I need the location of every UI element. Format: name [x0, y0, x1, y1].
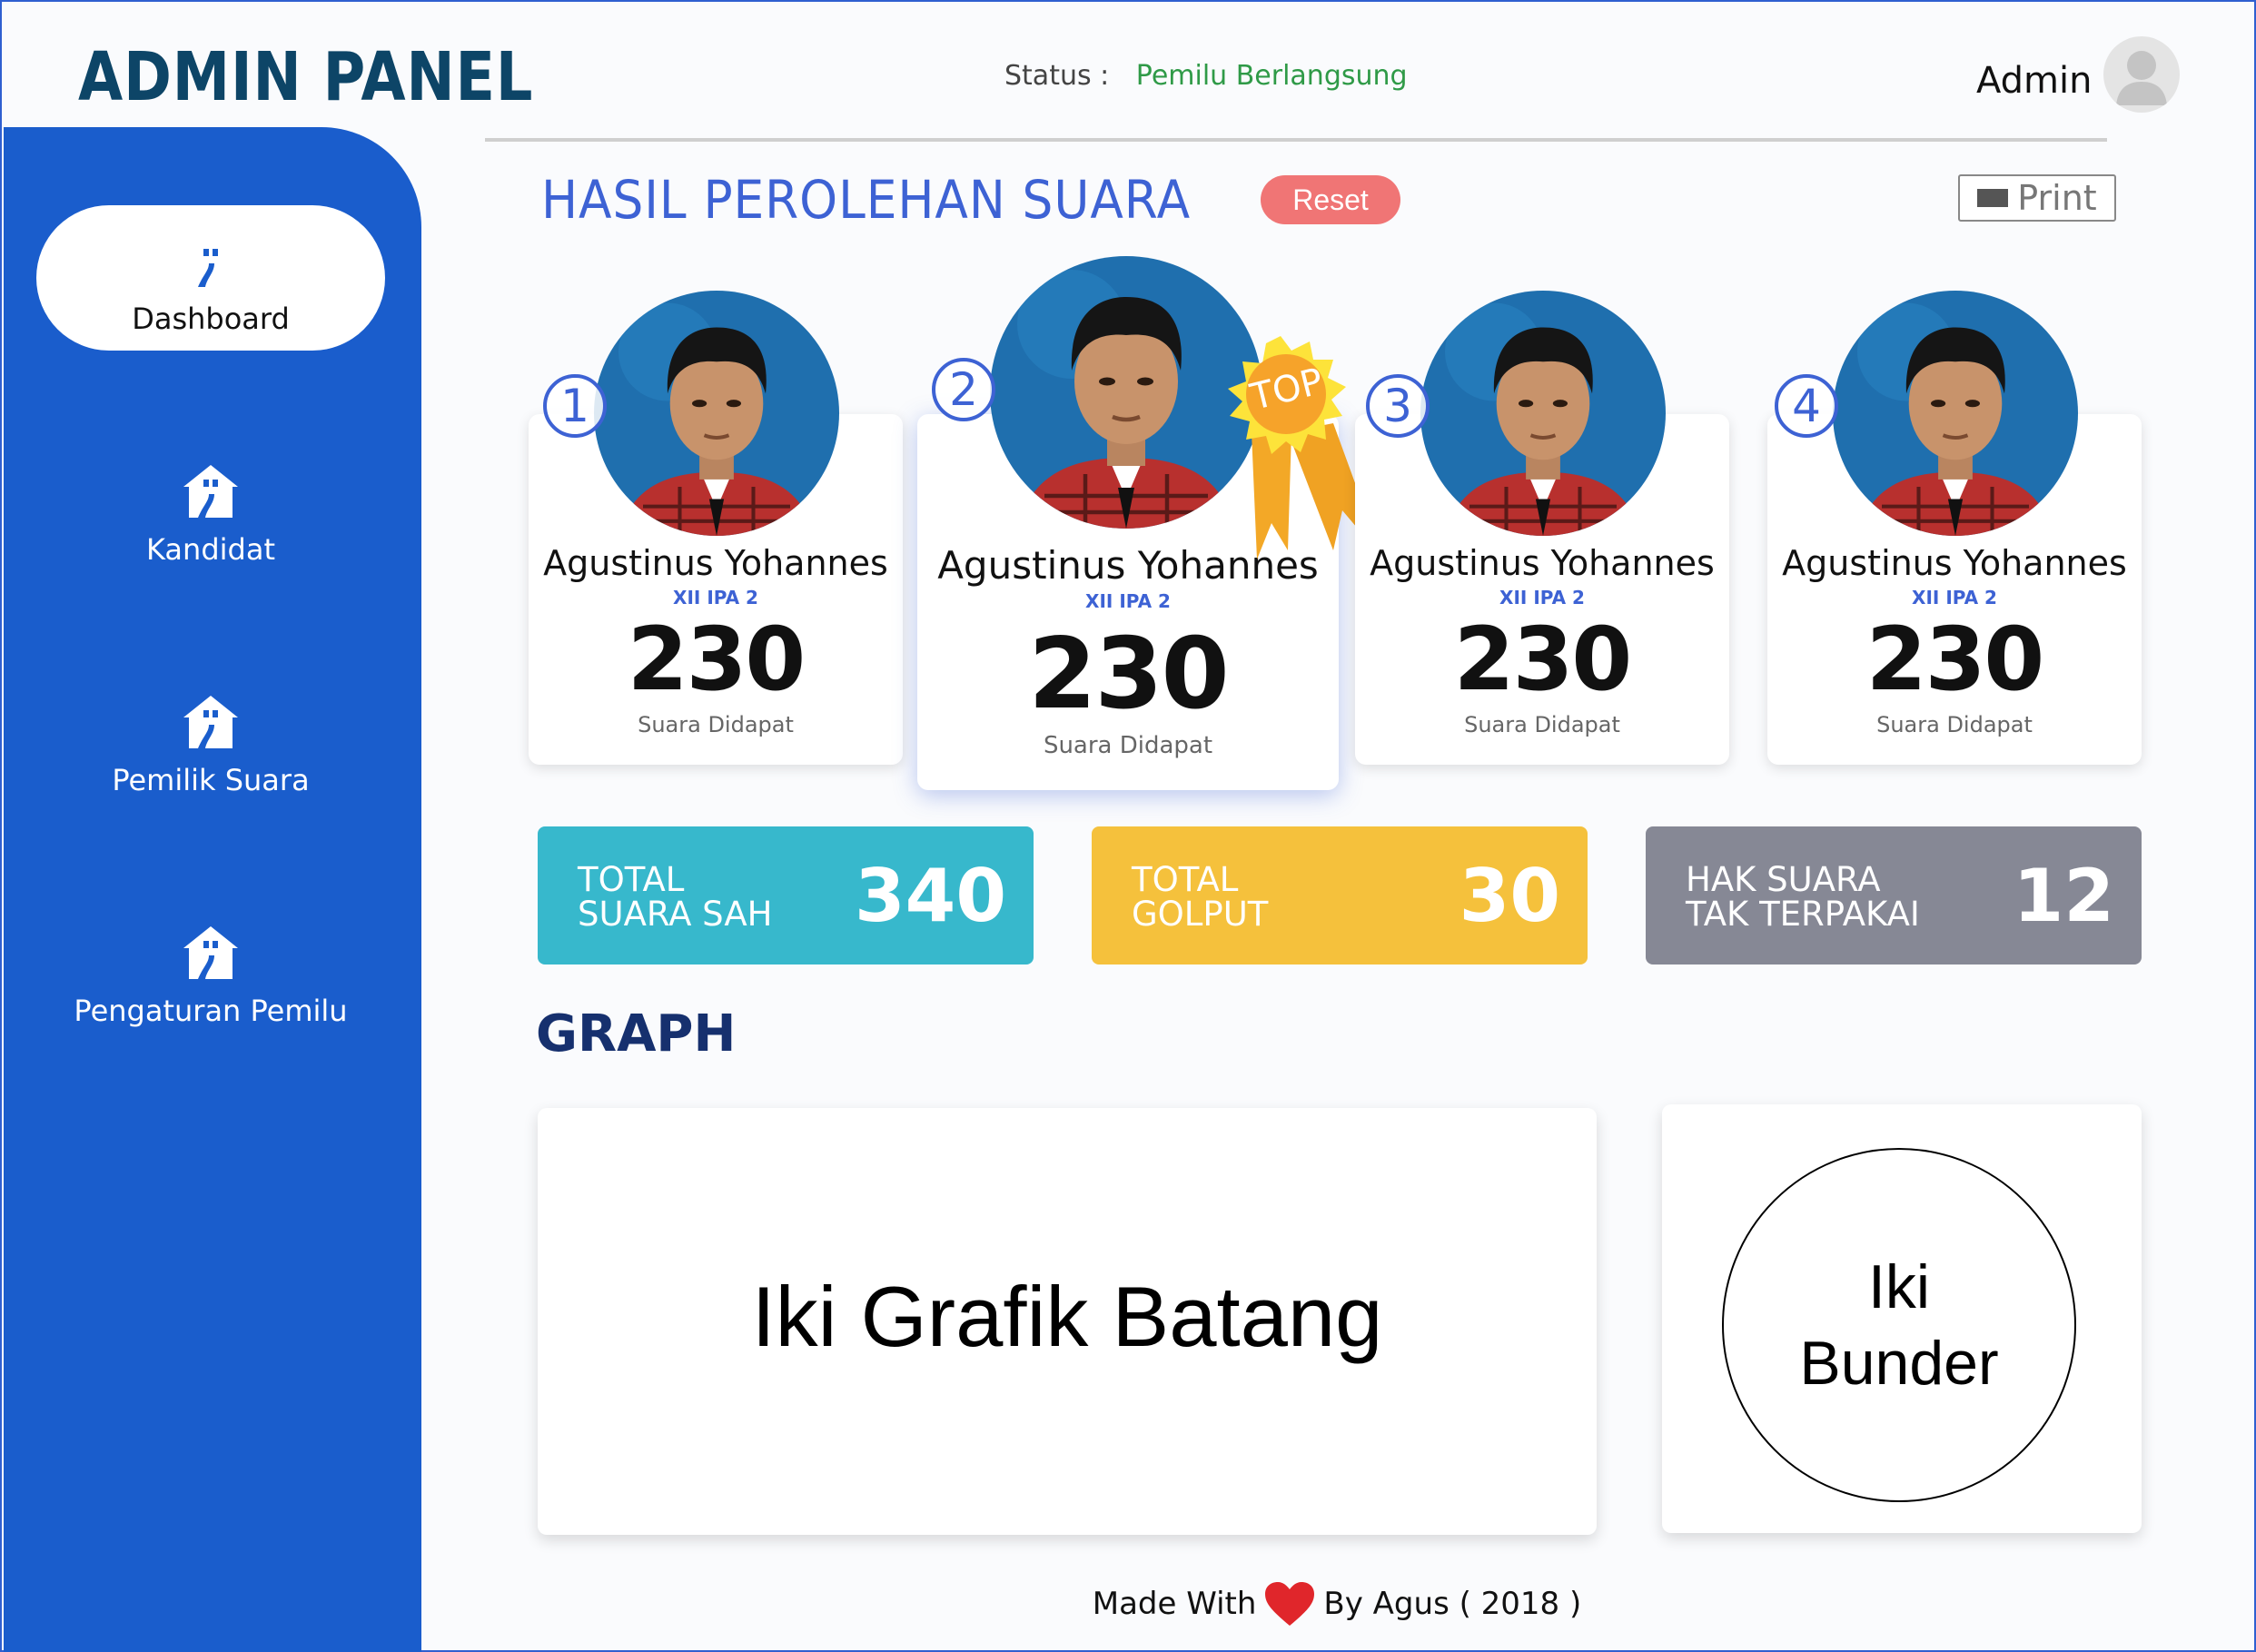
- footer-author: By Agus ( 2018 ): [1323, 1586, 1582, 1622]
- stat-label: HAK SUARA TAK TERPAKAI: [1686, 860, 1920, 934]
- user-name[interactable]: Admin: [1976, 60, 2092, 102]
- election-status: Status : Pemilu Berlangsung: [1004, 60, 1408, 92]
- sidebar-item-label: Pemilik Suara: [112, 763, 310, 797]
- sidebar-item-label: Pengaturan Pemilu: [74, 994, 348, 1028]
- candidate-number-2: 2: [932, 358, 995, 421]
- stat-total-golput: TOTAL GOLPUT 30: [1092, 826, 1588, 964]
- candidate-class: XII IPA 2: [1912, 587, 1997, 608]
- sidebar: Dashboard Kandidat Pemilik Suara Pengatu…: [4, 127, 421, 1652]
- house-icon: [178, 690, 243, 756]
- house-icon: [178, 460, 243, 525]
- sidebar-item-dashboard[interactable]: Dashboard: [36, 205, 385, 351]
- candidate-votes: 230: [1028, 618, 1229, 731]
- sidebar-item-pengaturan-pemilu[interactable]: Pengaturan Pemilu: [36, 897, 385, 1043]
- app-window: ADMIN PANEL Status : Pemilu Berlangsung …: [0, 0, 2256, 1652]
- stat-label: TOTAL SUARA SAH: [578, 860, 773, 934]
- sidebar-item-label: Kandidat: [146, 532, 275, 567]
- brand-title: ADMIN PANEL: [78, 38, 534, 116]
- house-icon: [178, 229, 243, 294]
- house-icon: [178, 921, 243, 986]
- bar-chart-panel: Iki Grafik Batang: [538, 1108, 1597, 1535]
- stat-total-suara-sah: TOTAL SUARA SAH 340: [538, 826, 1034, 964]
- candidate-photo-3: [1420, 291, 1666, 536]
- votes-label: Suara Didapat: [1043, 732, 1213, 759]
- pie-chart-placeholder: Iki Bunder: [1722, 1148, 2076, 1502]
- candidate-name: Agustinus Yohannes: [543, 543, 888, 583]
- votes-label: Suara Didapat: [1464, 712, 1620, 737]
- candidate-votes: 230: [627, 608, 806, 710]
- footer-made-with: Made With: [1092, 1586, 1257, 1622]
- candidate-name: Agustinus Yohannes: [1370, 543, 1715, 583]
- stat-value: 340: [855, 854, 1006, 938]
- candidate-class: XII IPA 2: [1085, 590, 1171, 612]
- candidate-class: XII IPA 2: [1499, 587, 1585, 608]
- sidebar-item-label: Dashboard: [132, 302, 290, 336]
- candidate-name: Agustinus Yohannes: [1782, 543, 2127, 583]
- header-divider: [485, 138, 2107, 142]
- stat-value: 30: [1459, 854, 1560, 938]
- votes-label: Suara Didapat: [638, 712, 794, 737]
- status-label: Status :: [1004, 60, 1110, 92]
- pie-chart-panel: Iki Bunder: [1662, 1104, 2142, 1533]
- printer-icon: [1977, 189, 2009, 207]
- votes-label: Suara Didapat: [1876, 712, 2033, 737]
- heart-icon: [1265, 1582, 1315, 1626]
- candidate-votes: 230: [1453, 608, 1632, 710]
- stat-hak-suara-tak-terpakai: HAK SUARA TAK TERPAKAI 12: [1646, 826, 2142, 964]
- footer: Made With By Agus ( 2018 ): [2, 1580, 2254, 1627]
- candidate-number-3: 3: [1366, 374, 1430, 438]
- results-title: HASIL PEROLEHAN SUARA: [541, 169, 1192, 231]
- candidate-number-4: 4: [1775, 374, 1838, 438]
- reset-button[interactable]: Reset: [1261, 175, 1400, 224]
- print-button[interactable]: Print: [1958, 174, 2116, 222]
- graph-title: GRAPH: [536, 1004, 737, 1063]
- candidate-photo-4: [1833, 291, 2078, 536]
- avatar[interactable]: [2103, 36, 2180, 113]
- bar-chart-placeholder: Iki Grafik Batang: [751, 1269, 1383, 1364]
- sidebar-item-pemilik-suara[interactable]: Pemilik Suara: [36, 667, 385, 812]
- candidate-photo-1: [594, 291, 839, 536]
- stat-label: TOTAL GOLPUT: [1132, 860, 1269, 934]
- status-value: Pemilu Berlangsung: [1135, 60, 1408, 92]
- user-icon: [2116, 51, 2167, 105]
- print-label: Print: [2017, 178, 2097, 218]
- stat-value: 12: [2013, 854, 2114, 938]
- candidate-class: XII IPA 2: [673, 587, 758, 608]
- candidate-number-1: 1: [543, 374, 607, 438]
- candidate-votes: 230: [1865, 608, 2044, 710]
- sidebar-item-kandidat[interactable]: Kandidat: [36, 436, 385, 581]
